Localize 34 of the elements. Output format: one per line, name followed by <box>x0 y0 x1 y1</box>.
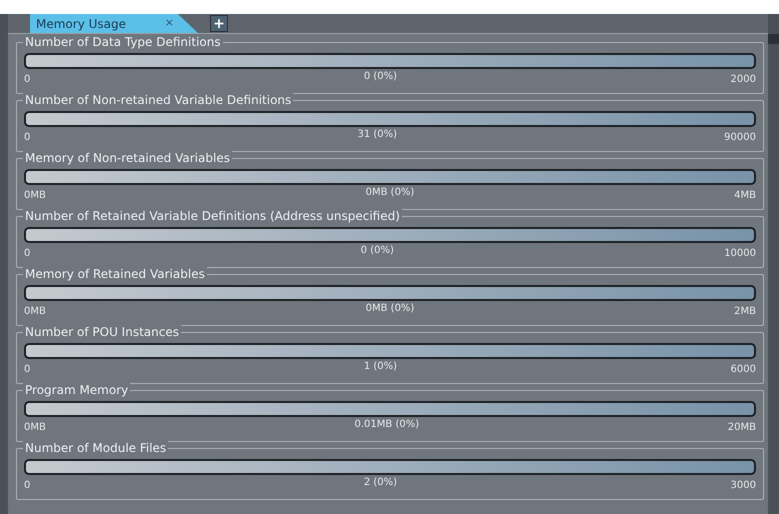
meter-title: Program Memory <box>23 382 130 398</box>
scrollbar[interactable] <box>768 14 779 514</box>
min-label: 0 <box>24 131 30 144</box>
max-label: 6000 <box>730 363 756 376</box>
min-label: 0 <box>24 247 30 260</box>
max-label: 10000 <box>724 247 756 260</box>
max-label: 4MB <box>734 189 756 202</box>
add-tab-button[interactable]: + <box>210 15 228 32</box>
meter-title: Number of Retained Variable Definitions (Address unspecified) <box>23 208 402 224</box>
reading: 1 (0%) <box>364 360 398 374</box>
min-label: 0MB <box>24 421 46 434</box>
close-button[interactable]: × <box>164 15 174 32</box>
min-label: 0MB <box>24 305 46 318</box>
reading: 0.01MB (0%) <box>354 418 420 432</box>
meter-title: Memory of Retained Variables <box>23 266 207 282</box>
min-label: 0 <box>24 479 30 492</box>
reading: 31 (0%) <box>357 128 398 142</box>
reading: 0 (0%) <box>360 244 394 258</box>
reading: 0MB (0%) <box>366 302 414 316</box>
max-label: 2000 <box>730 73 756 86</box>
tab-label: Memory Usage <box>36 16 126 32</box>
meter-title: Number of Data Type Definitions <box>23 34 223 50</box>
max-label: 3000 <box>730 479 756 492</box>
reading: 2 (0%) <box>364 476 398 490</box>
meter-title: Memory of Non-retained Variables <box>23 150 232 166</box>
tab[interactable]: Memory Usage × <box>30 14 198 33</box>
min-label: 0 <box>24 73 30 86</box>
max-label: 2MB <box>734 305 756 318</box>
reading: 0 (0%) <box>364 70 398 84</box>
min-label: 0 <box>24 363 30 376</box>
reading: 0MB (0%) <box>366 186 414 200</box>
max-label: 20MB <box>728 421 756 434</box>
min-label: 0MB <box>24 189 46 202</box>
max-label: 90000 <box>724 131 756 144</box>
